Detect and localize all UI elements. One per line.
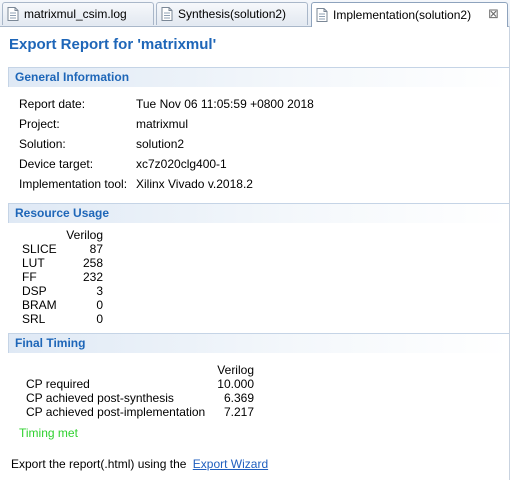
timing-value-cp-post-synthesis: 6.369 — [223, 391, 254, 405]
label-project: Project: — [19, 117, 60, 131]
log-file-icon — [7, 7, 19, 21]
resource-value-slice: 87 — [89, 242, 103, 256]
label-implementation-tool: Implementation tool: — [19, 177, 128, 191]
timing-column-header: Verilog — [217, 363, 254, 377]
resource-value-srl: 0 — [96, 312, 103, 326]
value-solution: solution2 — [136, 137, 185, 151]
timing-value-cp-post-implementation: 7.217 — [223, 405, 254, 419]
section-header-general-information[interactable]: General Information — [8, 67, 510, 87]
resource-name-bram: BRAM — [22, 298, 57, 312]
timing-status: Timing met — [19, 426, 78, 440]
resource-name-slice: SLICE — [22, 242, 57, 256]
timing-name-cp-post-synthesis: CP achieved post-synthesis — [26, 391, 174, 405]
label-device-target: Device target: — [19, 157, 94, 171]
close-icon[interactable]: ⊠ — [488, 6, 499, 22]
tab-label: Implementation(solution2) — [333, 8, 472, 22]
resource-value-bram: 0 — [96, 298, 103, 312]
resource-value-lut: 258 — [82, 256, 103, 270]
value-device-target: xc7z020clg400-1 — [136, 157, 227, 171]
tab-label: Synthesis(solution2) — [178, 7, 287, 21]
section-header-final-timing[interactable]: Final Timing — [8, 333, 510, 353]
value-implementation-tool: Xilinx Vivado v.2018.2 — [136, 177, 253, 191]
section-title: Final Timing — [15, 336, 86, 350]
resource-value-ff: 232 — [82, 270, 103, 284]
section-header-resource-usage[interactable]: Resource Usage — [8, 203, 510, 223]
value-report-date: Tue Nov 06 11:05:59 +0800 2018 — [136, 97, 314, 111]
label-report-date: Report date: — [19, 97, 86, 111]
value-project: matrixmul — [136, 117, 189, 131]
resource-column-header: Verilog — [66, 228, 103, 242]
resource-name-srl: SRL — [22, 312, 46, 326]
tab-label: matrixmul_csim.log — [24, 7, 127, 21]
editor-tab-bar: matrixmul_csim.log Synthesis(solution2) … — [0, 0, 510, 27]
export-description: Export the report(.html) using the — [11, 457, 187, 471]
export-wizard-link[interactable]: Export Wizard — [193, 457, 268, 471]
section-title: Resource Usage — [15, 206, 110, 220]
timing-value-cp-required: 10.000 — [217, 377, 254, 391]
tab-implementation-solution2[interactable]: Implementation(solution2) ⊠ — [311, 2, 508, 27]
export-text: Export the report(.html) using the Expor… — [11, 457, 268, 471]
resource-name-ff: FF — [22, 270, 37, 284]
tab-synthesis-solution2[interactable]: Synthesis(solution2) — [156, 2, 308, 25]
page-title: Export Report for 'matrixmul' — [9, 36, 217, 53]
resource-name-lut: LUT — [22, 256, 45, 270]
report-icon — [316, 8, 328, 22]
label-solution: Solution: — [19, 137, 66, 151]
report-icon — [161, 7, 173, 21]
section-title: General Information — [15, 70, 130, 84]
timing-name-cp-required: CP required — [26, 377, 90, 391]
resource-name-dsp: DSP — [22, 284, 47, 298]
resource-value-dsp: 3 — [96, 284, 103, 298]
timing-name-cp-post-implementation: CP achieved post-implementation — [26, 405, 206, 419]
tab-matrixmul-csim-log[interactable]: matrixmul_csim.log — [2, 2, 154, 25]
